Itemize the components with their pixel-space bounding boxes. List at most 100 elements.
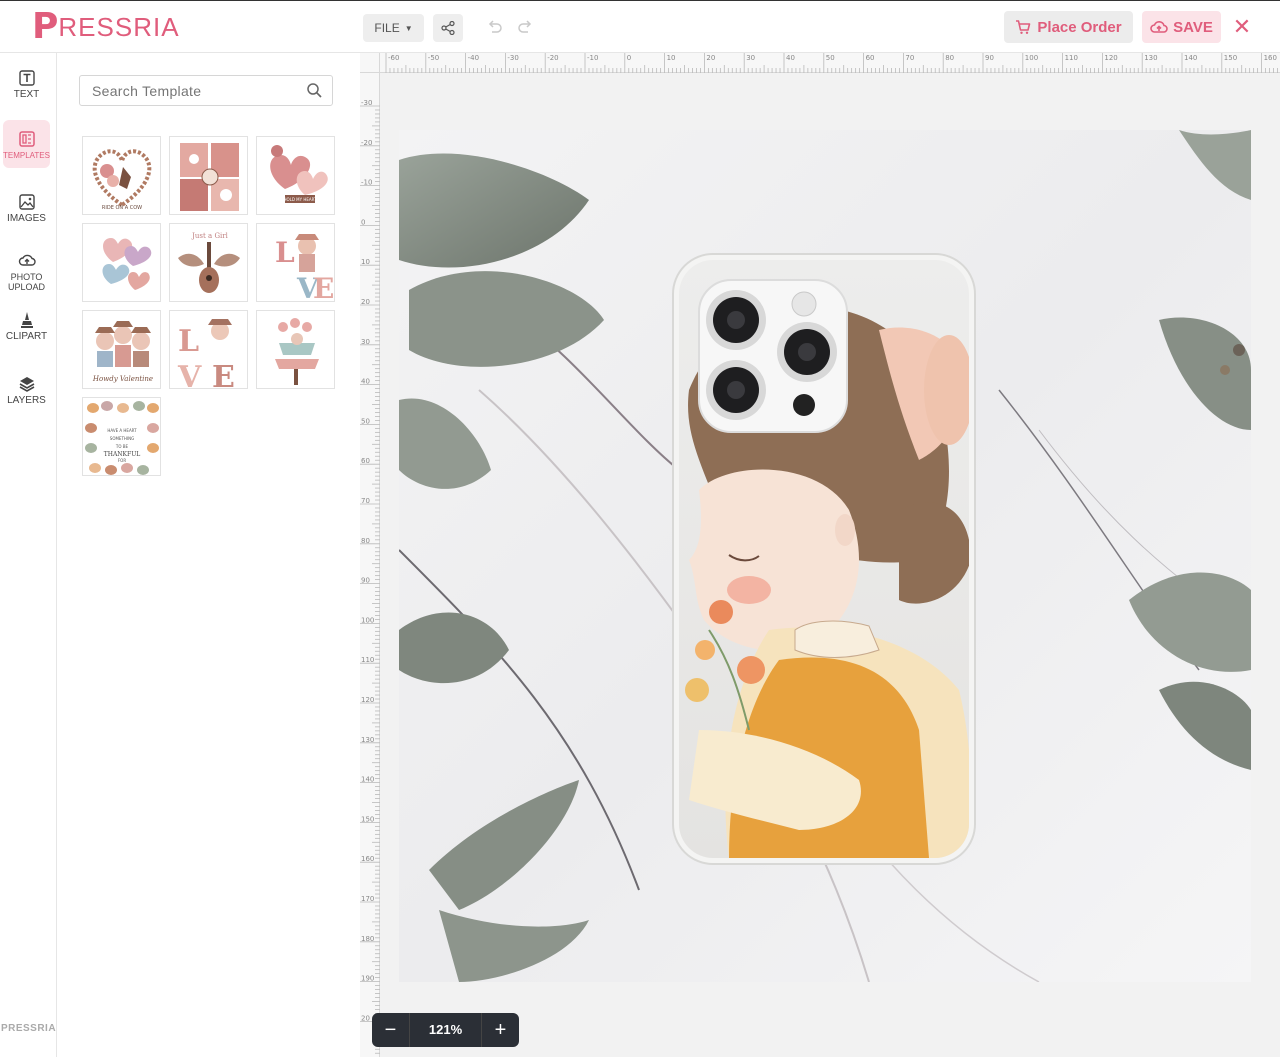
ruler-top-label: 80 [945,54,954,62]
ruler-top-label: 20 [706,54,715,62]
template-thumb-candy-hearts[interactable] [82,223,161,302]
ruler-top-ticks: -60 -50 -40 -30 -20 -10 0 10 20 30 40 50 60 70 80 90 100… [385,53,1278,73]
ruler-top-label: 30 [746,54,755,62]
top-bar: P RESSRIA FILE ▼ Place Order SAVE ✕ [0,0,1280,53]
template-thumb-hold-my-heart[interactable]: HOLD MY HEART [256,136,335,215]
design-workspace[interactable]: -60 -50 -40 -30 -20 -10 0 10 20 30 40 50 60 70 80 90 100… [360,53,1280,1057]
ruler-left-label: 130 [361,736,374,744]
ruler-left-label: 40 [361,378,370,386]
zoom-controls: − 121% + [372,1013,519,1047]
redo-icon [518,20,532,33]
ruler-left-label: 100 [361,616,374,624]
save-button[interactable]: SAVE [1142,11,1221,43]
mockup-image [399,130,1251,982]
template-thumb-guitar-wings[interactable]: Just a Girl [169,223,248,302]
ruler-top-label: 150 [1224,54,1237,62]
ruler-left-label: 20 [361,1014,370,1022]
ruler-top-label: 70 [905,54,914,62]
ruler-top-label: 160 [1264,54,1277,62]
template-search-box[interactable] [79,75,333,106]
rail-item-layers[interactable]: LAYERS [3,375,50,406]
svg-text:TO BE: TO BE [115,444,129,449]
phone-case-mockup[interactable] [399,130,1251,982]
template-art-thankful-pumpkins: HAVE A HEART SOMETHING TO BE THANKFUL FO… [85,401,159,475]
zoom-in-button[interactable]: + [481,1013,519,1047]
ruler-left-label: 170 [361,895,374,903]
ruler-left-label: 60 [361,457,370,465]
template-art-guitar-wings: Just a Girl [178,232,240,293]
templates-icon [18,131,35,147]
ruler-left-label: 80 [361,537,370,545]
ruler-left-label: 180 [361,935,374,943]
ruler-top-label: 40 [786,54,795,62]
template-art-love-blocks: L E V [177,319,235,388]
rail-label-images: IMAGES [7,213,46,224]
template-art-hold-my-heart: HOLD MY HEART [270,145,328,203]
ruler-left-label: 160 [361,855,374,863]
template-thumb-love-cowgirl[interactable]: L V E [256,223,335,302]
rail-item-clipart[interactable]: CLIPART [3,311,50,342]
ruler-top-label: 10 [667,54,676,62]
ruler-top-label: -20 [547,54,558,62]
template-caption: RIDE ON A COW [102,205,142,211]
ruler-top-label: -10 [587,54,598,62]
ruler-left-label: 140 [361,776,374,784]
svg-text:FOR: FOR [118,458,126,463]
search-icon[interactable] [306,82,323,99]
template-thumb-thankful-pumpkins[interactable]: HAVE A HEART SOMETHING TO BE THANKFUL FO… [82,397,161,476]
ruler-top-label: 140 [1184,54,1197,62]
template-art-candy-hearts [102,238,152,290]
rail-label-text: TEXT [13,89,40,100]
ruler-top-label: -30 [507,54,518,62]
ruler-left-label: -20 [361,139,372,147]
redo-button[interactable] [516,18,534,36]
template-thumb-heart-lasso[interactable]: RIDE ON A COW [82,136,161,215]
undo-button[interactable] [486,18,504,36]
rail-item-text[interactable]: TEXT [3,69,50,100]
ruler-left: -30 -20 -10 0 10 20 30 40 50 60 70 80 90 100 110 120 130… [360,73,380,1057]
close-button[interactable]: ✕ [1232,16,1252,38]
svg-text:THANKFUL: THANKFUL [104,451,141,458]
rail-item-photo-upload[interactable]: PHOTO UPLOAD [3,251,50,292]
template-thumb-love-blocks[interactable]: L E V [169,310,248,389]
ruler-left-label: 20 [361,298,370,306]
ruler-left-label: 30 [361,338,370,346]
minus-icon: − [384,1018,397,1041]
zoom-level[interactable]: 121% [410,1013,481,1047]
zoom-out-button[interactable]: − [372,1013,410,1047]
undo-icon [488,20,502,33]
rail-label-upload: UPLOAD [7,282,45,292]
ruler-left-label: 90 [361,577,370,585]
ruler-left-ticks: -30 -20 -10 0 10 20 30 40 50 60 70 80 90 100 110 120 130… [360,99,380,1054]
ruler-left-label: 120 [361,696,374,704]
rail-label-photo: PHOTO [10,272,43,282]
left-rail: TEXT TEMPLATES IMAGES PHOTO UPLOAD CLIPA… [0,53,57,1057]
ruler-top-label: 130 [1144,54,1157,62]
template-caption: Howdy Valentine [92,375,153,383]
ruler-top-label: 50 [826,54,835,62]
template-thumb-howdy-valentine[interactable]: Howdy Valentine [82,310,161,389]
pressria-logo[interactable]: P RESSRIA [32,9,180,45]
template-art-love-cowgirl: L V E [275,234,334,301]
place-order-button[interactable]: Place Order [1004,11,1133,43]
template-art-love-cow [180,143,239,211]
ruler-top-label: 120 [1104,54,1117,62]
template-thumb-heart-sign[interactable] [256,310,335,389]
share-button[interactable] [433,14,463,42]
text-icon [18,70,35,86]
ruler-top-label: -50 [428,54,439,62]
template-thumb-love-cow[interactable] [169,136,248,215]
file-menu-label: FILE [374,21,400,35]
file-menu-button[interactable]: FILE ▼ [363,14,424,42]
save-label: SAVE [1173,18,1213,36]
rail-label-templates: TEMPLATES [3,151,50,160]
search-input[interactable] [92,82,292,100]
ruler-top-label: 110 [1065,54,1078,62]
ruler-top-label: 60 [866,54,875,62]
cart-icon [1016,20,1031,34]
ruler-top-label: -60 [388,54,399,62]
template-caption: Just a Girl [191,232,229,240]
caret-down-icon: ▼ [404,23,413,33]
rail-item-templates[interactable]: TEMPLATES [3,120,50,168]
rail-item-images[interactable]: IMAGES [3,193,50,224]
